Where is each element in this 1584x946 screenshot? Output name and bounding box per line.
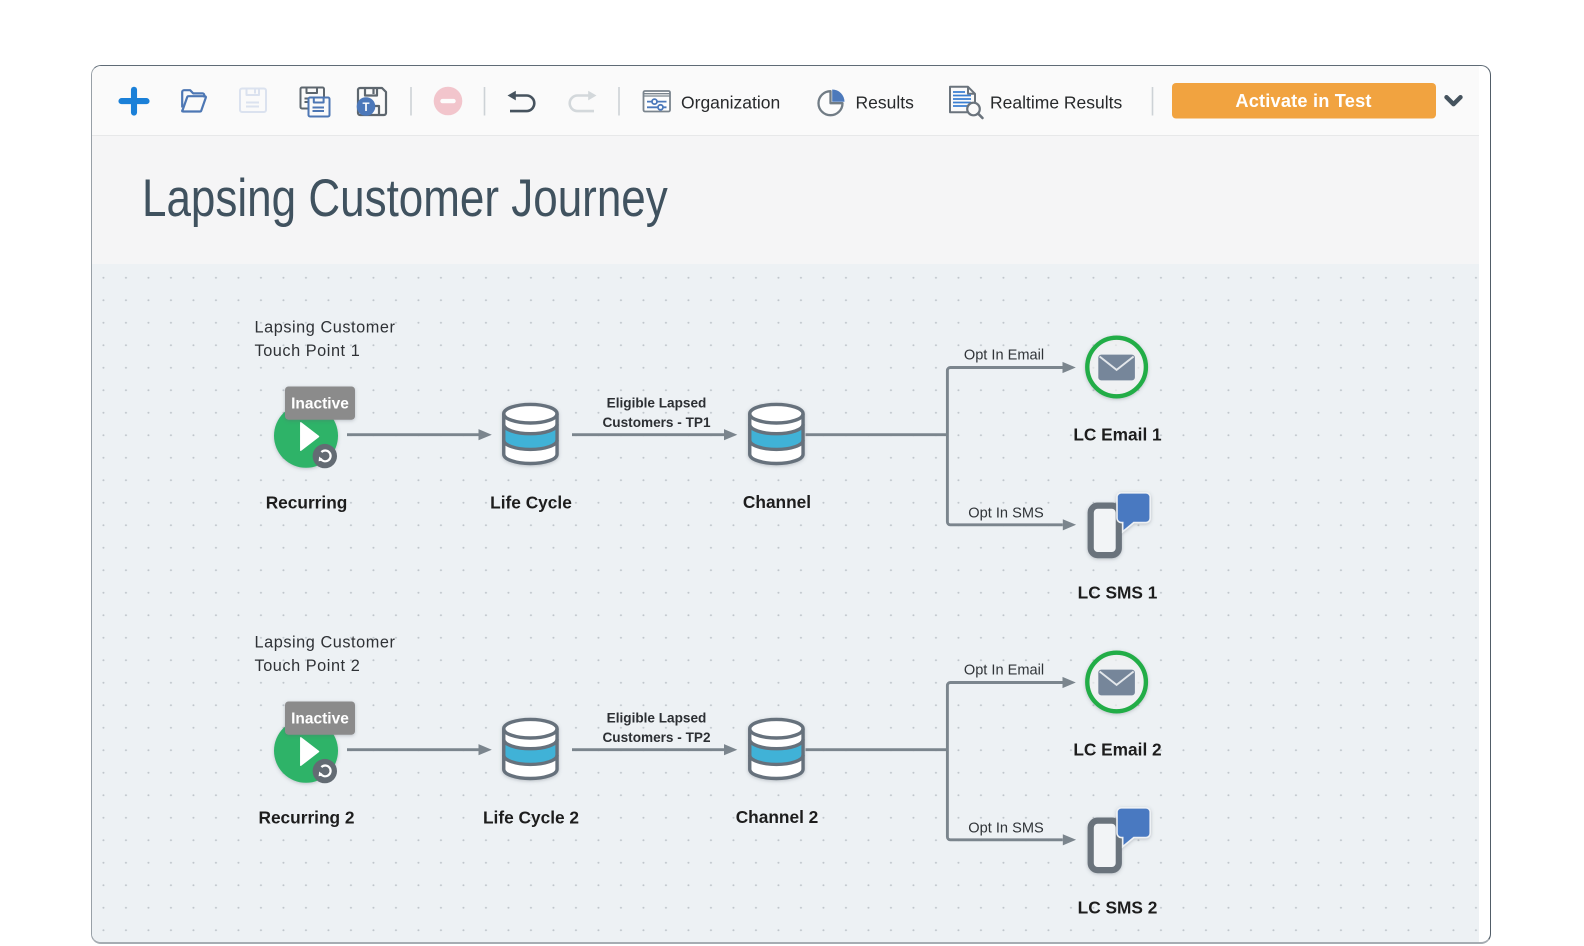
svg-text:Eligible Lapsed: Eligible Lapsed <box>607 395 707 410</box>
svg-text:Opt In SMS: Opt In SMS <box>968 820 1044 836</box>
svg-text:Recurring: Recurring <box>266 492 348 512</box>
svg-text:Lapsing Customer: Lapsing Customer <box>255 633 396 651</box>
svg-text:Lapsing Customer: Lapsing Customer <box>255 318 396 336</box>
svg-text:Recurring 2: Recurring 2 <box>258 807 354 827</box>
svg-text:Customers - TP1: Customers - TP1 <box>602 415 710 430</box>
svg-text:LC Email 1: LC Email 1 <box>1073 424 1162 444</box>
svg-text:Organization: Organization <box>681 93 780 113</box>
svg-text:Customers - TP2: Customers - TP2 <box>602 730 710 745</box>
svg-text:Opt In SMS: Opt In SMS <box>968 505 1044 521</box>
svg-text:Channel 2: Channel 2 <box>736 807 819 827</box>
svg-text:Life Cycle 2: Life Cycle 2 <box>483 807 579 827</box>
svg-text:LC Email 2: LC Email 2 <box>1073 739 1161 759</box>
svg-text:Results: Results <box>856 93 915 113</box>
svg-text:T: T <box>362 102 369 114</box>
svg-text:Touch Point 2: Touch Point 2 <box>255 656 361 674</box>
svg-text:Touch Point 1: Touch Point 1 <box>255 341 361 359</box>
svg-text:Realtime Results: Realtime Results <box>990 93 1123 113</box>
svg-text:Life Cycle: Life Cycle <box>490 492 572 512</box>
svg-text:Channel: Channel <box>743 492 811 512</box>
svg-text:Opt In Email: Opt In Email <box>964 662 1044 678</box>
svg-text:Activate in Test: Activate in Test <box>1235 91 1371 111</box>
svg-text:Opt In Email: Opt In Email <box>964 347 1044 363</box>
svg-text:LC SMS 2: LC SMS 2 <box>1078 897 1158 917</box>
svg-text:LC SMS 1: LC SMS 1 <box>1078 582 1158 602</box>
svg-text:Eligible Lapsed: Eligible Lapsed <box>607 710 707 725</box>
